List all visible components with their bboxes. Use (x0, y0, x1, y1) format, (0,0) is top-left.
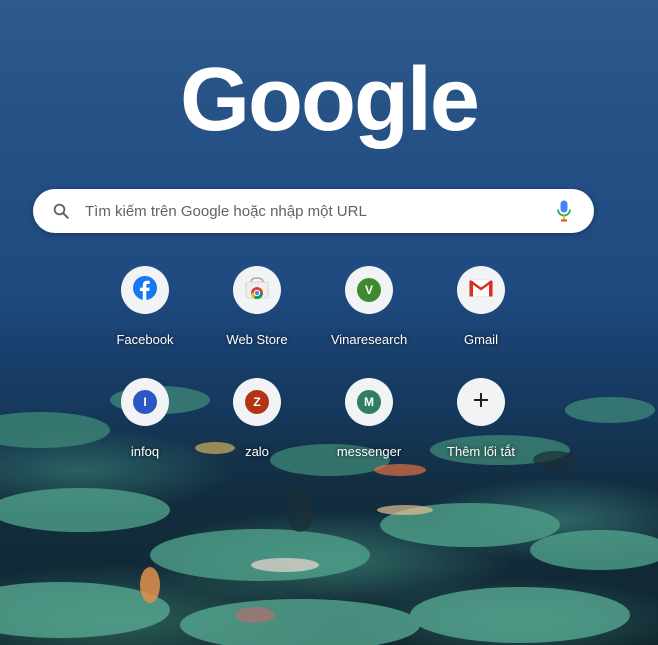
search-box[interactable] (33, 189, 594, 233)
new-tab-page: Google Face (0, 0, 658, 645)
shortcut-label: Web Store (226, 332, 288, 347)
shortcut-label: zalo (245, 444, 269, 459)
microphone-icon[interactable] (554, 199, 574, 223)
shortcut-messenger[interactable]: M messenger (313, 378, 425, 490)
shortcut-label: Vinaresearch (330, 332, 408, 347)
shortcut-label: Thêm lối tắt (447, 444, 515, 459)
facebook-icon (133, 275, 157, 305)
shortcut-icon-circle (121, 266, 169, 314)
search-input[interactable] (83, 201, 554, 221)
search-icon (51, 201, 71, 221)
add-shortcut-button[interactable]: Thêm lối tắt (425, 378, 537, 490)
shortcut-infoq[interactable]: I infoq (89, 378, 201, 490)
plus-icon (473, 392, 489, 413)
shortcut-label: Gmail (464, 332, 498, 347)
gmail-icon (469, 278, 493, 302)
chrome-web-store-icon (245, 276, 269, 304)
shortcut-icon-circle: M (345, 378, 393, 426)
letter-i-icon: I (133, 390, 157, 414)
letter-m-icon: M (357, 390, 381, 414)
letter-v-icon: V (357, 278, 381, 302)
shortcut-vinaresearch[interactable]: V Vinaresearch (313, 266, 425, 378)
shortcut-zalo[interactable]: Z zalo (201, 378, 313, 490)
shortcut-web-store[interactable]: Web Store (201, 266, 313, 378)
shortcut-label: infoq (130, 444, 160, 459)
google-logo: Google (180, 50, 480, 150)
shortcut-icon-circle (457, 266, 505, 314)
letter-z-icon: Z (245, 390, 269, 414)
shortcut-facebook[interactable]: Facebook (89, 266, 201, 378)
shortcut-icon-circle (233, 266, 281, 314)
shortcut-icon-circle (457, 378, 505, 426)
shortcut-label: messenger (336, 444, 402, 459)
shortcut-label: Facebook (116, 332, 174, 347)
shortcut-gmail[interactable]: Gmail (425, 266, 537, 378)
shortcut-icon-circle: I (121, 378, 169, 426)
shortcut-icon-circle: V (345, 266, 393, 314)
shortcut-icon-circle: Z (233, 378, 281, 426)
